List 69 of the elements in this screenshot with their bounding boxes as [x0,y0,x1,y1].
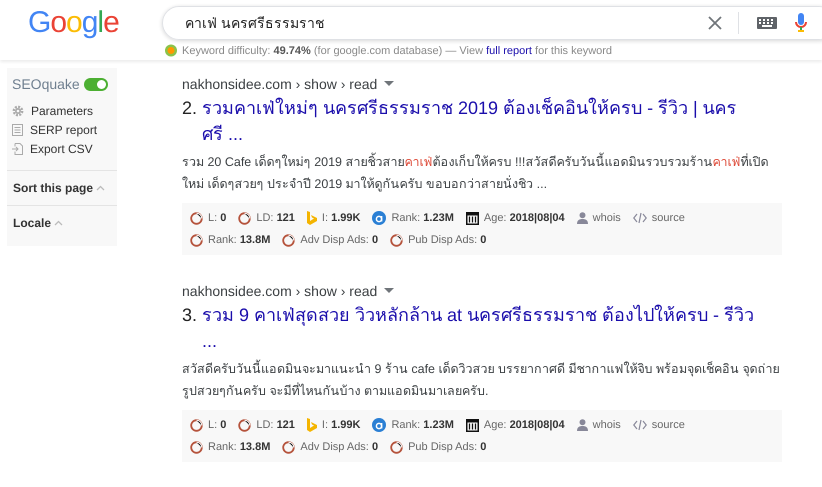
code-icon [632,212,647,224]
metric-text: Rank: 1.23M [391,419,454,431]
result-title-link[interactable]: รวมคาเฟ่ใหม่ๆ นครศรีธรรมราช 2019 ต้องเช็คอินให้ครบ - รีวิว | นครศรี ... [202,95,758,147]
loading-circle-icon [390,234,404,246]
result-url: nakhonsidee.com › show › read [182,76,378,92]
loading-circle-icon [190,440,203,454]
loading-circle-icon [238,212,252,224]
code-icon [632,419,647,431]
metric-text: Age: 2018|08|04 [484,212,565,224]
section-toggle[interactable]: Sort this page [13,181,94,195]
list-icon [12,124,23,136]
loading-circle-icon [238,418,252,432]
metric-text: Rank: 1.23M [391,212,454,224]
result-snippet: รวม 20 Cafe เด็ดๆใหม่ๆ 2019 สายชิ้วสายคาเฟ่ต้องเก็บให้ครบ !!!สวัสดีครับวันนี้แอดมินรวบรวมร้านคาเฟ่ที่เปิดใหม่ เด็ดๆสวยๆ ประจำปี 2019 มาให้ดูกันครับ ขอบอกว่าสายนั่งชิว ... [182,151,782,195]
metric-text: Rank: 13.8M [208,441,270,453]
result-url: nakhonsidee.com › show › read [182,283,378,299]
metric-text[interactable]: source [652,419,685,431]
metric-text[interactable]: whois [592,212,621,224]
loading-circle-icon [190,418,203,432]
sidebar-item[interactable]: SERP report [30,123,98,137]
search-bar[interactable]: คาเฟ่ นครศรีธรรมราช [162,6,822,40]
seoquake-label: SEOquake [12,76,80,92]
loading-circle-icon [390,440,404,454]
keyword-difficulty-text: Keyword difficulty: 49.74% (for google.com database) — View full report for this keyword [182,44,612,56]
result-title-link[interactable]: รวม 9 คาเฟ่สุดสวย วิวหลักล้าน at นครศรีธรรมราช ต้องไปให้ครบ - รีวิว ... [202,302,758,354]
metric-text: L: 0 [208,419,226,431]
keyboard-icon[interactable] [757,17,777,29]
full-report-link[interactable]: full report [486,44,532,56]
metric-text: L: 0 [208,212,226,224]
google-logo[interactable]: Google [28,5,118,41]
loading-circle-icon [282,234,296,246]
metric-text: I: 1.99K [322,212,360,224]
metric-text[interactable]: whois [592,419,621,431]
close-icon[interactable] [708,16,722,30]
calendar-icon [466,418,479,432]
export-icon [12,143,23,155]
metric-text: Pub Disp Ads: 0 [408,234,486,246]
gear-icon [12,105,24,117]
loading-circle-icon [282,440,296,454]
loading-circle-icon [190,234,203,246]
bing-icon [306,211,317,225]
metric-text: Adv Disp Ads: 0 [300,234,378,246]
metric-text: LD: 121 [256,419,295,431]
alexa-icon [372,211,386,225]
result-snippet: สวัสดีครับวันนี้แอดมินจะมาแนะนำ 9 ร้าน cafe เด็ดวิวสวย บรรยากาศดี มีชากาแฟให้จิบ พร้อมจุดเช็คอิน จุดถ่ายรูปสวยๆกันครับ จะมีที่ไหนกันบ้าง ตามแอดมินมาเลยครับ. [182,358,782,402]
bing-icon [306,418,317,432]
metric-text: I: 1.99K [322,419,360,431]
metric-text: Age: 2018|08|04 [484,419,565,431]
metric-text: LD: 121 [256,212,295,224]
seoquake-icon [164,44,178,57]
loading-circle-icon [190,212,203,224]
metric-text: Pub Disp Ads: 0 [408,441,486,453]
result-number: 3. [182,304,198,327]
alexa-icon [372,418,386,432]
metric-text: Adv Disp Ads: 0 [300,441,378,453]
dropdown-caret-icon[interactable] [384,81,394,87]
sidebar-item[interactable]: Export CSV [30,142,93,156]
metric-text: Rank: 13.8M [208,234,270,246]
person-icon [576,419,588,431]
sidebar-item[interactable]: Parameters [31,104,94,118]
toggle-switch[interactable] [84,78,108,90]
section-toggle[interactable]: Locale [13,216,52,230]
dropdown-caret-icon[interactable] [384,288,394,294]
result-number: 2. [182,97,198,120]
person-icon [576,212,588,224]
metric-text[interactable]: source [652,212,685,224]
search-field[interactable]: คาเฟ่ นครศรีธรรมราช [183,14,690,32]
calendar-icon [466,212,479,224]
microphone-icon[interactable] [795,13,807,33]
